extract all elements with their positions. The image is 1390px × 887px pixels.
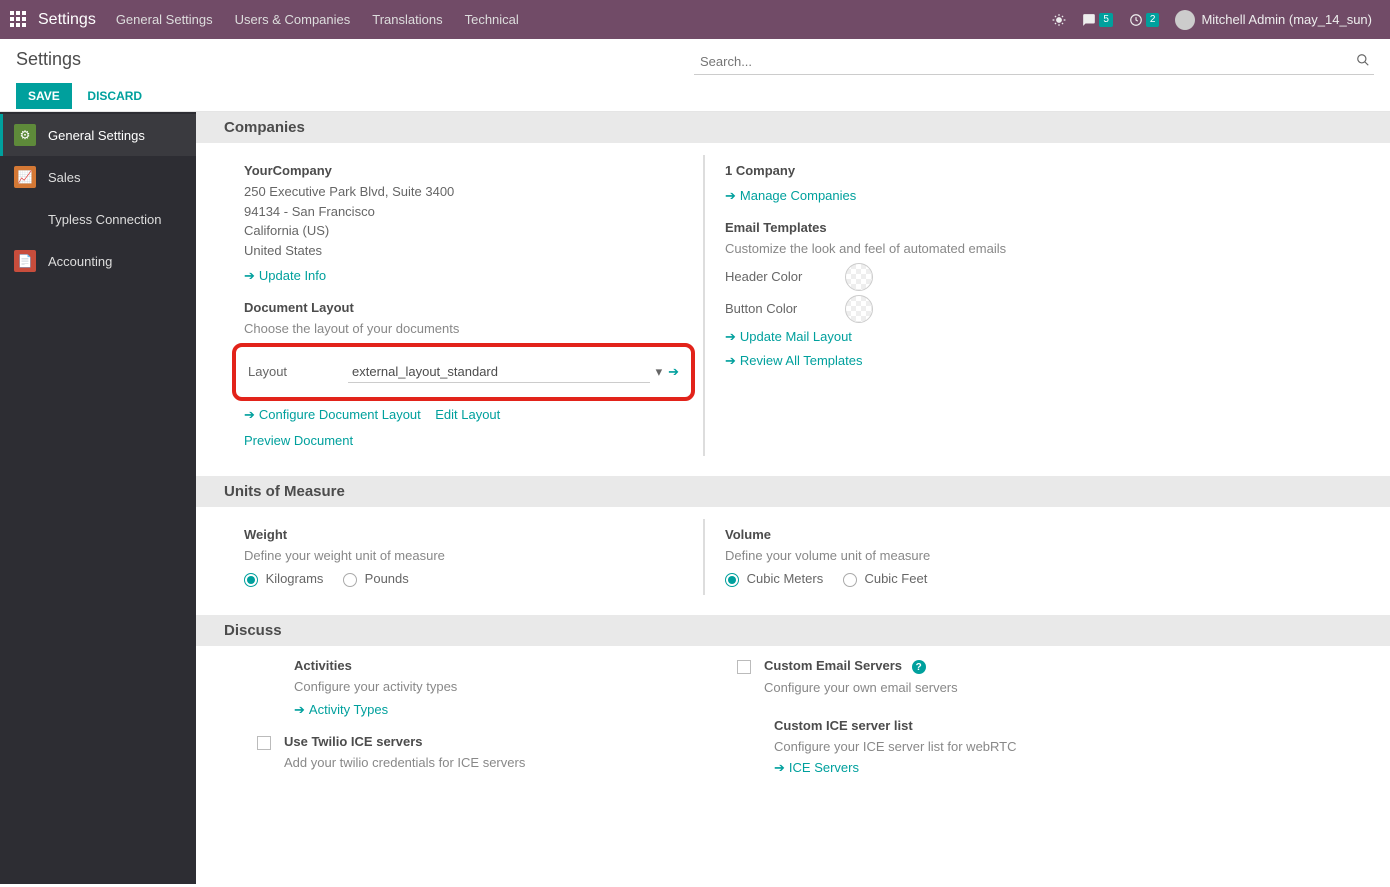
update-info-link[interactable]: ➔Update Info <box>244 268 326 283</box>
radio-pounds-label: Pounds <box>365 571 409 586</box>
chart-icon: 📈 <box>14 166 36 188</box>
arrow-right-icon: ➔ <box>244 407 255 422</box>
save-button[interactable]: SAVE <box>16 83 72 109</box>
header-color-label: Header Color <box>725 269 845 284</box>
ice-servers-link[interactable]: ➔ICE Servers <box>774 760 859 775</box>
messaging-icon[interactable]: 5 <box>1082 13 1113 27</box>
weight-title: Weight <box>244 527 683 542</box>
sidebar-label: Accounting <box>48 254 112 269</box>
layout-select[interactable]: external_layout_standard <box>348 361 650 383</box>
debug-icon[interactable] <box>1052 13 1066 27</box>
company-addr4: United States <box>244 241 683 261</box>
menu-translations[interactable]: Translations <box>372 12 442 27</box>
section-header-uom: Units of Measure <box>196 476 1390 507</box>
control-panel: Settings SAVE DISCARD <box>0 39 1390 112</box>
top-navbar: Settings General Settings Users & Compan… <box>0 0 1390 39</box>
twilio-desc: Add your twilio credentials for ICE serv… <box>284 753 684 773</box>
activities-count: 2 <box>1146 13 1160 27</box>
arrow-right-icon: ➔ <box>725 353 736 368</box>
doc-layout-title: Document Layout <box>244 300 683 315</box>
ice-list-title: Custom ICE server list <box>774 718 1164 733</box>
document-icon: 📄 <box>14 250 36 272</box>
edit-layout-link[interactable]: Edit Layout <box>435 407 500 422</box>
avatar <box>1175 10 1195 30</box>
twilio-checkbox[interactable] <box>257 736 271 750</box>
custom-email-checkbox[interactable] <box>737 660 751 674</box>
company-addr2: 94134 - San Francisco <box>244 202 683 222</box>
layout-label: Layout <box>248 364 348 379</box>
arrow-right-icon: ➔ <box>774 760 785 775</box>
apps-icon[interactable] <box>10 11 28 29</box>
company-count-title: 1 Company <box>725 163 1164 178</box>
weight-desc: Define your weight unit of measure <box>244 546 683 566</box>
header-color-picker[interactable] <box>845 263 873 291</box>
radio-cubic-feet-label: Cubic Feet <box>864 571 927 586</box>
sidebar-item-general-settings[interactable]: ⚙ General Settings <box>0 114 196 156</box>
preview-document-link[interactable]: Preview Document <box>244 433 353 448</box>
search-input[interactable] <box>694 50 1352 73</box>
sidebar-label: Sales <box>48 170 81 185</box>
email-templates-title: Email Templates <box>725 220 1164 235</box>
email-templates-desc: Customize the look and feel of automated… <box>725 239 1164 259</box>
manage-companies-link[interactable]: ➔Manage Companies <box>725 188 856 203</box>
settings-sidebar: ⚙ General Settings 📈 Sales Typless Conne… <box>0 112 196 884</box>
radio-cubic-meters[interactable] <box>725 573 739 587</box>
chevron-down-icon[interactable]: ▾ <box>656 364 663 380</box>
activities-icon[interactable]: 2 <box>1129 13 1160 27</box>
sidebar-item-accounting[interactable]: 📄 Accounting <box>0 240 196 282</box>
activities-title: Activities <box>294 658 684 673</box>
help-icon[interactable]: ? <box>912 660 926 674</box>
radio-cubic-meters-label: Cubic Meters <box>747 571 824 586</box>
search-bar[interactable] <box>694 49 1374 75</box>
menu-technical[interactable]: Technical <box>465 12 519 27</box>
sidebar-label: Typless Connection <box>48 212 161 227</box>
arrow-right-icon: ➔ <box>244 268 255 283</box>
ice-list-desc: Configure your ICE server list for webRT… <box>774 737 1164 757</box>
app-name[interactable]: Settings <box>38 11 96 29</box>
section-header-companies: Companies <box>196 112 1390 143</box>
custom-email-desc: Configure your own email servers <box>764 678 1164 698</box>
sidebar-item-sales[interactable]: 📈 Sales <box>0 156 196 198</box>
menu-general-settings[interactable]: General Settings <box>116 12 213 27</box>
activities-desc: Configure your activity types <box>294 677 684 697</box>
sidebar-label: General Settings <box>48 128 145 143</box>
volume-desc: Define your volume unit of measure <box>725 546 1164 566</box>
radio-pounds[interactable] <box>343 573 357 587</box>
custom-email-title: Custom Email Servers ? <box>764 658 1164 675</box>
section-header-discuss: Discuss <box>196 615 1390 646</box>
button-color-label: Button Color <box>725 301 845 316</box>
button-color-picker[interactable] <box>845 295 873 323</box>
sidebar-item-typless[interactable]: Typless Connection <box>0 198 196 240</box>
company-addr3: California (US) <box>244 221 683 241</box>
radio-kilograms-label: Kilograms <box>266 571 324 586</box>
radio-kilograms[interactable] <box>244 573 258 587</box>
user-menu[interactable]: Mitchell Admin (may_14_sun) <box>1175 10 1372 30</box>
messages-count: 5 <box>1099 13 1113 27</box>
username: Mitchell Admin (may_14_sun) <box>1201 12 1372 27</box>
highlighted-layout-field: Layout external_layout_standard ▾ ➔ <box>232 343 695 401</box>
company-addr1: 250 Executive Park Blvd, Suite 3400 <box>244 182 683 202</box>
arrow-right-icon: ➔ <box>725 329 736 344</box>
settings-main: Companies YourCompany 250 Executive Park… <box>196 112 1390 884</box>
arrow-right-icon: ➔ <box>725 188 736 203</box>
doc-layout-desc: Choose the layout of your documents <box>244 319 683 339</box>
company-name: YourCompany <box>244 163 683 178</box>
update-mail-layout-link[interactable]: ➔Update Mail Layout <box>725 329 852 344</box>
configure-doc-layout-link[interactable]: ➔Configure Document Layout <box>244 407 421 422</box>
review-templates-link[interactable]: ➔Review All Templates <box>725 353 863 368</box>
external-link-icon[interactable]: ➔ <box>668 364 679 380</box>
twilio-title: Use Twilio ICE servers <box>284 734 684 749</box>
menu-users-companies[interactable]: Users & Companies <box>235 12 351 27</box>
search-icon[interactable] <box>1352 49 1374 74</box>
activity-types-link[interactable]: ➔Activity Types <box>294 702 388 717</box>
discard-button[interactable]: DISCARD <box>75 83 154 109</box>
arrow-right-icon: ➔ <box>294 702 305 717</box>
blank-icon <box>14 208 36 230</box>
radio-cubic-feet[interactable] <box>843 573 857 587</box>
gear-icon: ⚙ <box>14 124 36 146</box>
volume-title: Volume <box>725 527 1164 542</box>
page-title: Settings <box>16 49 81 70</box>
